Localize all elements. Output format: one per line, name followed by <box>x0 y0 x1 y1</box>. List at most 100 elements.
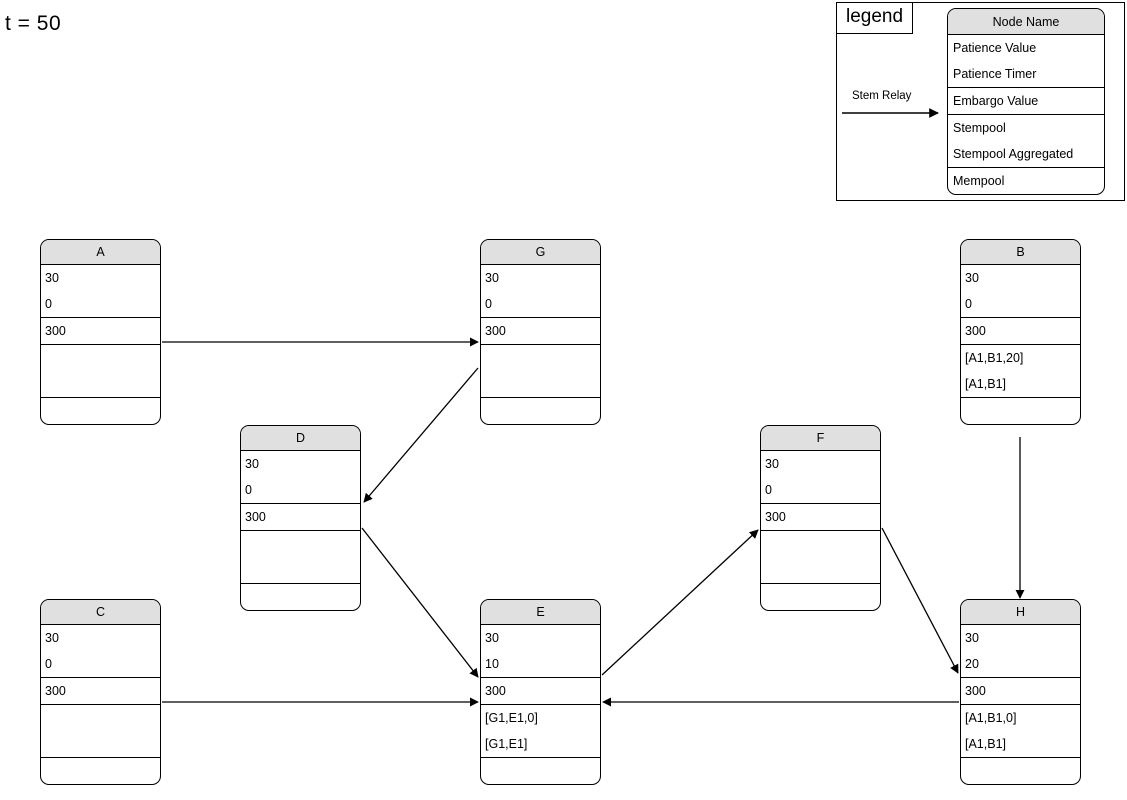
node-g-stempool-section <box>481 345 600 398</box>
node-b-stempool: [A1,B1,20] <box>965 351 1024 365</box>
node-h-patience-section: 30 20 <box>961 625 1080 678</box>
node-h-stempool: [A1,B1,0] <box>965 711 1017 725</box>
edge-g-d <box>363 367 479 503</box>
node-e-mempool <box>481 758 600 784</box>
edge-e-f <box>601 529 759 676</box>
node-e-header: E <box>481 600 600 625</box>
node-e-patience-value: 30 <box>485 631 499 645</box>
legend-embargo-value: Embargo Value <box>953 94 1039 108</box>
node-f[interactable]: F 30 0 300 <box>760 425 881 611</box>
legend-node-template: Node Name Patience Value Patience Timer … <box>947 8 1105 195</box>
node-c-mempool <box>41 758 160 784</box>
node-a[interactable]: A 30 0 300 <box>40 239 161 425</box>
legend-stempool-aggregated: Stempool Aggregated <box>953 147 1074 161</box>
node-b-mempool <box>961 398 1080 424</box>
node-h-patience-value: 30 <box>965 631 979 645</box>
node-g-embargo-section: 300 <box>481 318 600 345</box>
node-a-embargo-section: 300 <box>41 318 160 345</box>
node-g-stempool <box>481 345 600 371</box>
legend-patience-section: Patience Value Patience Timer <box>948 35 1104 88</box>
node-b-header: B <box>961 240 1080 265</box>
node-f-patience-section: 30 0 <box>761 451 880 504</box>
node-h[interactable]: H 30 20 300 [A1,B1,0] [A1,B1] <box>960 599 1081 785</box>
node-d-stempool-section <box>241 531 360 584</box>
node-h-mempool <box>961 758 1080 784</box>
node-h-mempool-section <box>961 758 1080 784</box>
node-e-embargo-value: 300 <box>485 684 506 698</box>
node-e-patience-section: 30 10 <box>481 625 600 678</box>
node-f-stempool <box>761 531 880 557</box>
node-e[interactable]: E 30 10 300 [G1,E1,0] [G1,E1] <box>480 599 601 785</box>
node-c-embargo-section: 300 <box>41 678 160 705</box>
node-f-embargo-section: 300 <box>761 504 880 531</box>
node-g-mempool <box>481 398 600 424</box>
edge-d-e <box>361 527 479 678</box>
node-f-stempool-aggregated <box>761 557 880 583</box>
node-c[interactable]: C 30 0 300 <box>40 599 161 785</box>
node-c-patience-section: 30 0 <box>41 625 160 678</box>
node-a-stempool <box>41 345 160 371</box>
node-a-stempool-section <box>41 345 160 398</box>
page-title: t = 50 <box>5 12 62 35</box>
legend-embargo-section: Embargo Value <box>948 88 1104 115</box>
node-e-stempool: [G1,E1,0] <box>485 711 538 725</box>
legend-mempool: Mempool <box>953 174 1005 188</box>
node-g-header: G <box>481 240 600 265</box>
legend-stempool-section: Stempool Stempool Aggregated <box>948 115 1104 168</box>
node-b-stempool-section: [A1,B1,20] [A1,B1] <box>961 345 1080 398</box>
legend-patience-value: Patience Value <box>953 41 1037 55</box>
node-c-mempool-section <box>41 758 160 784</box>
node-b-stempool-aggregated: [A1,B1] <box>965 377 1006 391</box>
legend-mempool-section: Mempool <box>948 168 1104 194</box>
node-b-patience-value: 30 <box>965 271 979 285</box>
node-d-embargo-value: 300 <box>245 510 266 524</box>
node-e-stempool-section: [G1,E1,0] [G1,E1] <box>481 705 600 758</box>
node-d-mempool <box>241 584 360 610</box>
node-d-patience-value: 30 <box>245 457 259 471</box>
node-g-stempool-aggregated <box>481 371 600 397</box>
node-h-stempool-aggregated: [A1,B1] <box>965 737 1006 751</box>
node-h-header: H <box>961 600 1080 625</box>
node-f-header: F <box>761 426 880 451</box>
node-d-patience-timer: 0 <box>245 483 252 497</box>
node-c-stempool-section <box>41 705 160 758</box>
node-c-stempool-aggregated <box>41 731 160 757</box>
node-c-patience-timer: 0 <box>45 657 52 671</box>
legend-patience-timer: Patience Timer <box>953 67 1037 81</box>
node-f-patience-value: 30 <box>765 457 779 471</box>
node-f-stempool-section <box>761 531 880 584</box>
node-g-patience-timer: 0 <box>485 297 492 311</box>
node-f-embargo-value: 300 <box>765 510 786 524</box>
node-f-mempool <box>761 584 880 610</box>
node-a-patience-value: 30 <box>45 271 59 285</box>
node-a-embargo-value: 300 <box>45 324 66 338</box>
node-d-mempool-section <box>241 584 360 610</box>
legend-node-header: Node Name <box>948 9 1104 35</box>
node-d[interactable]: D 30 0 300 <box>240 425 361 611</box>
node-b-mempool-section <box>961 398 1080 424</box>
node-a-stempool-aggregated <box>41 371 160 397</box>
legend-stempool: Stempool <box>953 121 1006 135</box>
node-b-patience-section: 30 0 <box>961 265 1080 318</box>
node-h-stempool-section: [A1,B1,0] [A1,B1] <box>961 705 1080 758</box>
node-e-mempool-section <box>481 758 600 784</box>
node-a-header: A <box>41 240 160 265</box>
node-g-patience-value: 30 <box>485 271 499 285</box>
node-e-embargo-section: 300 <box>481 678 600 705</box>
node-b[interactable]: B 30 0 300 [A1,B1,20] [A1,B1] <box>960 239 1081 425</box>
node-a-patience-timer: 0 <box>45 297 52 311</box>
node-c-stempool <box>41 705 160 731</box>
node-g[interactable]: G 30 0 300 <box>480 239 601 425</box>
node-f-patience-timer: 0 <box>765 483 772 497</box>
node-c-patience-value: 30 <box>45 631 59 645</box>
legend-edge-label: Stem Relay <box>852 90 912 102</box>
node-d-stempool <box>241 531 360 557</box>
node-d-header: D <box>241 426 360 451</box>
node-h-patience-timer: 20 <box>965 657 979 671</box>
node-h-embargo-section: 300 <box>961 678 1080 705</box>
node-g-mempool-section <box>481 398 600 424</box>
node-a-patience-section: 30 0 <box>41 265 160 318</box>
node-d-stempool-aggregated <box>241 557 360 583</box>
node-d-patience-section: 30 0 <box>241 451 360 504</box>
node-c-header: C <box>41 600 160 625</box>
